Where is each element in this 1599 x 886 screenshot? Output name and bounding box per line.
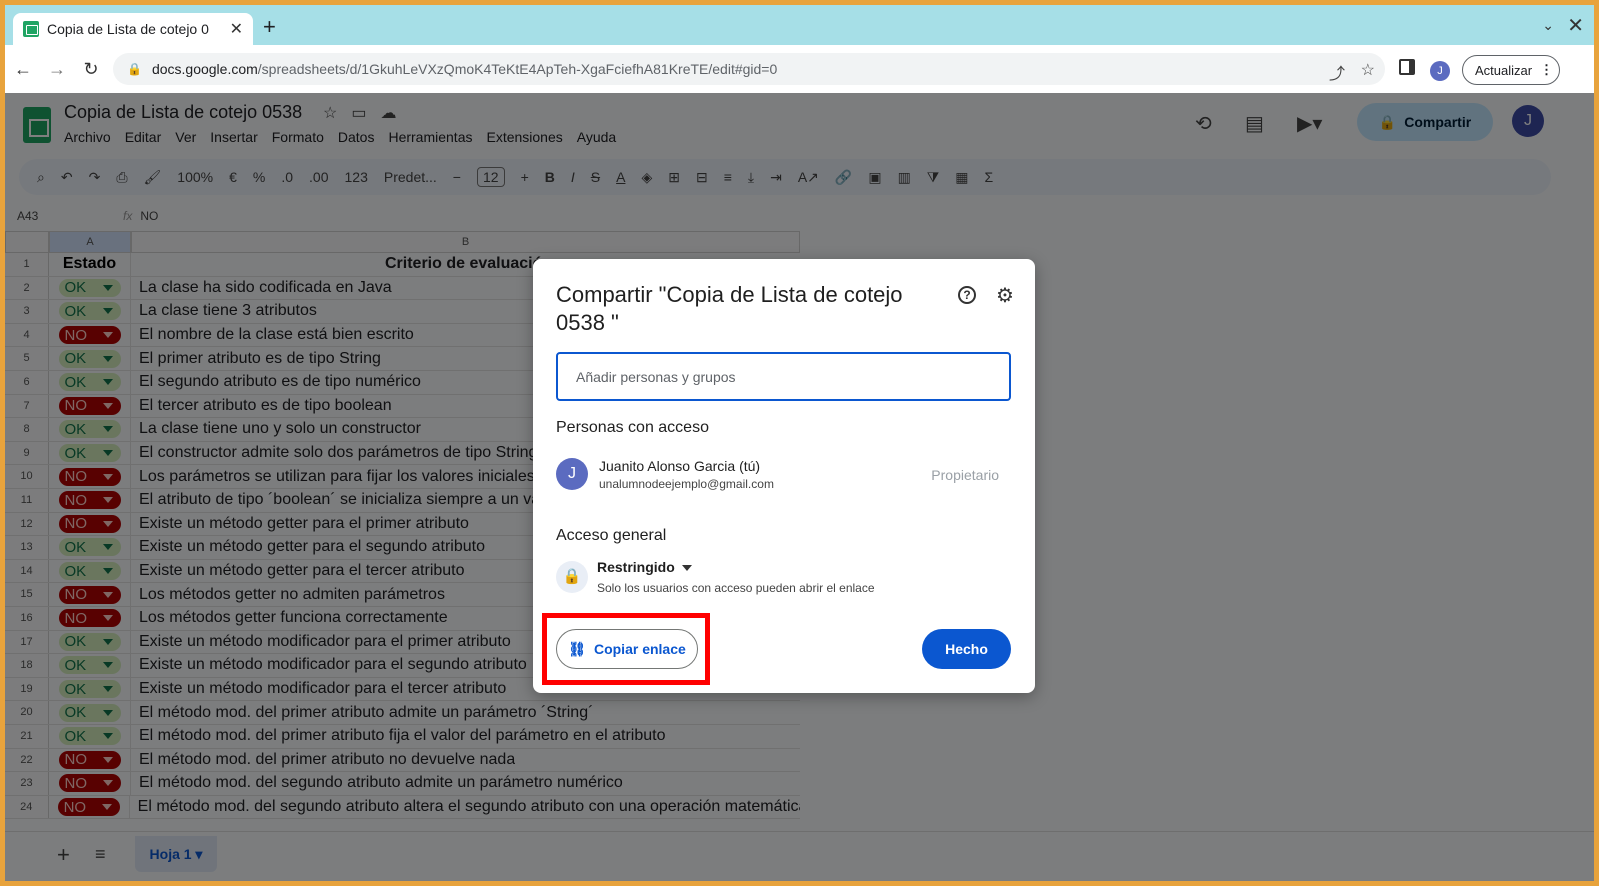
gear-icon[interactable]: ⚙ xyxy=(996,283,1014,308)
address-bar[interactable]: 🔒 docs.google.com/spreadsheets/d/1GkuhLe… xyxy=(113,53,1385,85)
copy-link-button[interactable]: ⛓ Copiar enlace xyxy=(556,629,698,669)
person-email: unalumnodeejemplo@gmail.com xyxy=(599,477,774,491)
access-level-dropdown[interactable]: Restringido xyxy=(597,559,675,575)
tab-search-chevron-icon[interactable]: ⌄ xyxy=(1542,17,1554,34)
close-tab-icon[interactable]: ✕ xyxy=(230,19,243,39)
menu-dots-icon: ⋮ xyxy=(1540,62,1553,77)
bookmark-star-icon[interactable]: ☆ xyxy=(1361,60,1375,80)
person-name: Juanito Alonso Garcia (tú) xyxy=(599,458,761,474)
tab-title: Copia de Lista de cotejo 0 xyxy=(47,21,209,37)
reload-icon[interactable]: ↻ xyxy=(75,59,107,80)
update-label: Actualizar xyxy=(1475,62,1533,78)
browser-toolbar: ← → ↻ 🔒 docs.google.com/spreadsheets/d/1… xyxy=(5,45,1594,93)
back-icon[interactable]: ← xyxy=(7,59,39,80)
site-info-icon[interactable]: 🔒 xyxy=(127,62,142,76)
link-icon: ⛓ xyxy=(568,640,586,657)
general-access-heading: Acceso general xyxy=(556,527,667,544)
tab-strip: Copia de Lista de cotejo 0 ✕ + ⌄ ✕ xyxy=(5,5,1594,45)
person-avatar: J xyxy=(556,458,588,490)
done-button[interactable]: Hecho xyxy=(922,629,1011,669)
person-row: J Juanito Alonso Garcia (tú) unalumnodee… xyxy=(556,458,1011,498)
window-close-icon[interactable]: ✕ xyxy=(1567,13,1584,38)
dialog-title: Compartir "Copia de Lista de cotejo 0538… xyxy=(556,282,903,335)
side-panel-icon[interactable] xyxy=(1399,59,1415,75)
person-role: Propietario xyxy=(931,467,999,483)
chevron-down-icon[interactable] xyxy=(682,565,692,571)
people-with-access-heading: Personas con acceso xyxy=(556,419,709,436)
url-text: docs.google.com/spreadsheets/d/1GkuhLeVX… xyxy=(151,61,778,77)
share-page-icon[interactable]: ⤴ xyxy=(1329,60,1345,84)
forward-icon[interactable]: → xyxy=(41,59,73,80)
general-access-row: 🔒 Restringido Solo los usuarios con acce… xyxy=(556,559,1011,599)
copy-link-label: Copiar enlace xyxy=(593,641,686,657)
sheets-favicon-icon xyxy=(23,21,39,37)
profile-avatar[interactable]: J xyxy=(1430,61,1450,81)
update-button[interactable]: Actualizar ⋮ xyxy=(1462,55,1560,85)
share-dialog: Compartir "Copia de Lista de cotejo 0538… xyxy=(533,259,1035,693)
lock-icon: 🔒 xyxy=(556,561,588,593)
new-tab-icon[interactable]: + xyxy=(263,16,276,38)
access-description: Solo los usuarios con acceso pueden abri… xyxy=(597,581,875,595)
add-people-input[interactable] xyxy=(556,352,1011,401)
browser-tab[interactable]: Copia de Lista de cotejo 0 ✕ xyxy=(13,13,253,45)
help-icon[interactable]: ? xyxy=(958,286,976,304)
